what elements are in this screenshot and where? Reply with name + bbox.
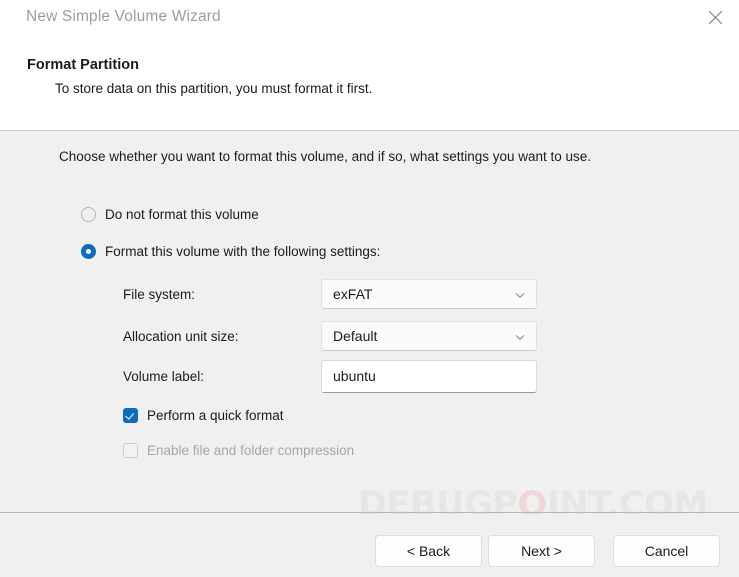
volume-label-label: Volume label: — [123, 368, 205, 384]
volume-label-row: Volume label: ubuntu — [123, 359, 537, 393]
checkbox-file-folder-compression-label: Enable file and folder compression — [147, 443, 355, 458]
allocation-unit-size-label: Allocation unit size: — [123, 328, 239, 344]
checkbox-file-folder-compression: Enable file and folder compression — [123, 443, 354, 458]
radio-do-not-format[interactable]: Do not format this volume — [81, 207, 259, 222]
close-icon — [707, 9, 724, 26]
radio-unchecked-icon — [81, 207, 96, 222]
file-system-row: File system: exFAT — [123, 278, 537, 310]
file-system-label: File system: — [123, 286, 196, 302]
radio-checked-icon — [81, 244, 96, 259]
close-button[interactable] — [692, 0, 739, 34]
page-title: Format Partition — [27, 57, 139, 73]
checkbox-quick-format[interactable]: Perform a quick format — [123, 408, 284, 423]
page-subtitle: To store data on this partition, you mus… — [55, 81, 373, 96]
cancel-button[interactable]: Cancel — [613, 535, 720, 567]
file-system-dropdown[interactable]: exFAT — [321, 279, 537, 309]
title-bar: New Simple Volume Wizard Format Partitio… — [0, 0, 739, 131]
checkbox-checked-icon — [123, 408, 138, 423]
chevron-down-icon — [514, 330, 526, 342]
dialog-body: Choose whether you want to format this v… — [0, 132, 739, 513]
radio-format-with-settings[interactable]: Format this volume with the following se… — [81, 244, 380, 259]
volume-label-input[interactable]: ubuntu — [321, 359, 537, 393]
allocation-unit-size-dropdown[interactable]: Default — [321, 321, 537, 351]
file-system-value: exFAT — [333, 286, 373, 302]
back-button[interactable]: < Back — [375, 535, 482, 567]
window-title: New Simple Volume Wizard — [26, 8, 221, 25]
new-simple-volume-wizard-dialog: New Simple Volume Wizard Format Partitio… — [0, 0, 739, 577]
next-button[interactable]: Next > — [488, 535, 595, 567]
allocation-unit-size-value: Default — [333, 328, 378, 344]
footer-divider — [0, 512, 739, 513]
volume-label-value: ubuntu — [333, 368, 376, 384]
allocation-unit-size-row: Allocation unit size: Default — [123, 320, 537, 352]
radio-format-with-settings-label: Format this volume with the following se… — [105, 244, 381, 259]
checkbox-quick-format-label: Perform a quick format — [147, 408, 284, 423]
chevron-down-icon — [514, 288, 526, 300]
intro-text: Choose whether you want to format this v… — [59, 149, 592, 164]
radio-do-not-format-label: Do not format this volume — [105, 207, 259, 222]
checkbox-unchecked-disabled-icon — [123, 443, 138, 458]
